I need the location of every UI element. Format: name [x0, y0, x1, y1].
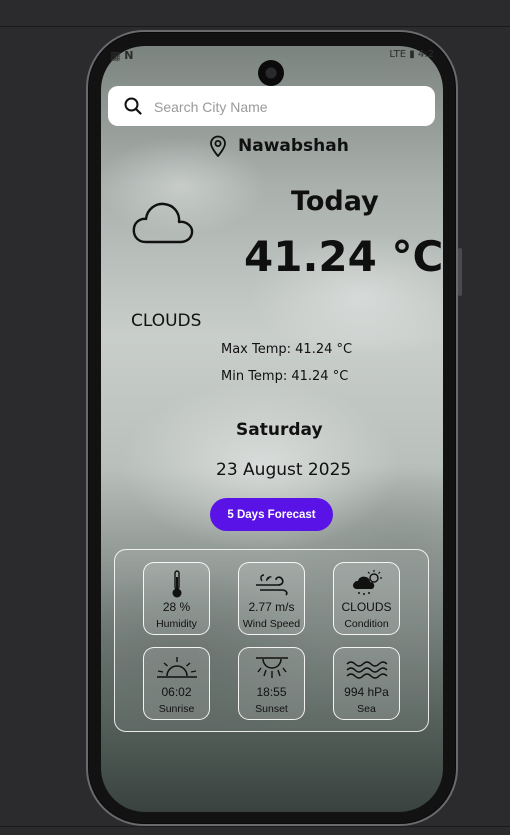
- humidity-card: 28 % Humidity: [143, 562, 210, 635]
- humidity-label: Humidity: [156, 618, 197, 630]
- search-bar[interactable]: [108, 86, 435, 126]
- sunset-card: 18:55 Sunset: [238, 647, 305, 720]
- wind-speed-value: 2.77 m/s: [248, 600, 295, 614]
- sunset-label: Sunset: [255, 703, 288, 715]
- location-pin-icon: [210, 135, 226, 157]
- wind-speed-label: Wind Speed: [242, 618, 301, 630]
- wind-speed-card: 2.77 m/s Wind Speed: [238, 562, 305, 635]
- sea-pressure-label: Sea: [357, 703, 376, 715]
- current-temperature: 41.24 °C: [244, 232, 444, 281]
- status-bar: ▦ N LTE ▮ 4:2: [110, 48, 434, 66]
- sunset-icon: [255, 657, 288, 678]
- five-day-forecast-button[interactable]: 5 Days Forecast: [210, 498, 333, 531]
- condition-card: CLOUDS Condition: [333, 562, 400, 635]
- phone-side-button: [458, 248, 462, 296]
- sunset-value: 18:55: [256, 685, 287, 699]
- date: 23 August 2025: [216, 460, 352, 480]
- sunrise-label: Sunrise: [158, 703, 195, 715]
- max-temperature: Max Temp: 41.24 °C: [221, 342, 353, 357]
- min-temperature: Min Temp: 41.24 °C: [221, 369, 349, 384]
- thermometer-icon: [172, 570, 181, 598]
- sea-level-card: 994 hPa Sea: [333, 647, 400, 720]
- wind-icon: [255, 574, 288, 596]
- humidity-value: 28 %: [162, 600, 191, 614]
- window-divider-top: [0, 26, 510, 27]
- sunrise-icon: [156, 657, 197, 678]
- sunrise-value: 06:02: [161, 685, 192, 699]
- condition-value: CLOUDS: [341, 600, 392, 614]
- weekday: Saturday: [236, 420, 323, 440]
- weather-cloud-icon: [132, 202, 194, 244]
- sunrise-card: 06:02 Sunrise: [143, 647, 210, 720]
- weather-condition: CLOUDS: [131, 311, 202, 331]
- waves-icon: [346, 661, 387, 679]
- window-divider-bottom: [0, 826, 510, 827]
- status-icons-left: ▦ N: [110, 49, 134, 62]
- search-input[interactable]: [152, 94, 426, 120]
- condition-label: Condition: [344, 618, 389, 630]
- city-name: Nawabshah: [238, 136, 349, 156]
- sea-pressure-value: 994 hPa: [344, 685, 389, 699]
- status-icons-right: LTE ▮ 4:2: [389, 49, 434, 60]
- cloud-sun-icon: [352, 570, 382, 595]
- today-heading: Today: [291, 186, 379, 217]
- search-icon[interactable]: [124, 97, 142, 115]
